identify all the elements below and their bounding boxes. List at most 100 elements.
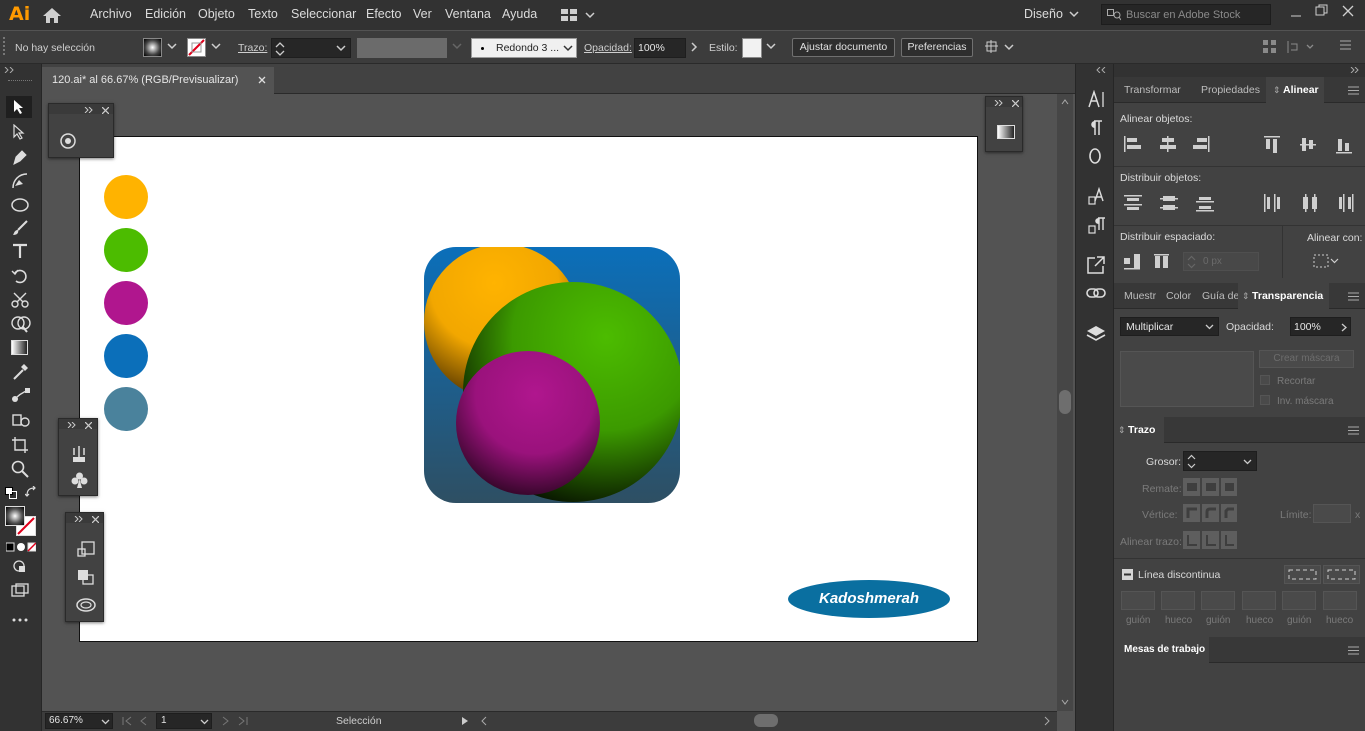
tab-artboards[interactable]: Mesas de trabajo <box>1124 644 1205 655</box>
distribute-bottom-icon[interactable] <box>1196 197 1214 212</box>
paragraph-panel-icon[interactable] <box>1089 120 1103 136</box>
brushes-icon[interactable] <box>71 445 87 463</box>
zoom-tool-icon[interactable] <box>11 460 29 478</box>
menu-efecto[interactable]: Efecto <box>366 7 401 21</box>
chevron-down-icon[interactable] <box>1069 11 1079 18</box>
distribute-left-icon[interactable] <box>1264 194 1280 212</box>
scroll-right-icon[interactable] <box>1043 716 1051 726</box>
previous-artboard-icon[interactable] <box>139 716 147 726</box>
paintbrush-tool-icon[interactable] <box>11 219 29 237</box>
opacity-label[interactable]: Opacidad: <box>584 42 632 54</box>
shape-builder-tool-icon[interactable] <box>11 315 31 333</box>
align-stroke-center-icon[interactable] <box>1183 531 1200 549</box>
close-panel-icon[interactable] <box>92 516 99 523</box>
dashed-line-checkbox[interactable] <box>1122 569 1133 580</box>
chevron-right-icon[interactable] <box>690 42 698 52</box>
opentype-panel-icon[interactable] <box>1088 147 1102 165</box>
menu-seleccionar[interactable]: Seleccionar <box>291 7 356 21</box>
vertical-scrollbar[interactable] <box>1057 94 1073 711</box>
magenta-sphere[interactable] <box>456 351 600 495</box>
round-join-icon[interactable] <box>1202 504 1219 522</box>
gap-2-input[interactable] <box>1242 591 1276 610</box>
symbol-sprayer-tool-icon[interactable] <box>11 411 31 429</box>
align-left-icon[interactable] <box>1124 136 1141 152</box>
swatch-green[interactable] <box>104 228 148 272</box>
gradient-tool-icon[interactable] <box>11 340 28 355</box>
distribute-hspace-icon[interactable] <box>1154 254 1169 268</box>
close-icon[interactable] <box>1342 5 1354 17</box>
dash-1-input[interactable] <box>1121 591 1155 610</box>
symbols-club-icon[interactable] <box>71 471 88 489</box>
swap-colors-icon[interactable] <box>25 486 37 498</box>
collapse-panel-icon[interactable] <box>994 100 1004 106</box>
align-vcenter-icon[interactable] <box>1300 138 1316 151</box>
tab-align[interactable]: ⇕ Alinear <box>1273 84 1319 96</box>
scroll-up-icon[interactable] <box>1061 99 1069 105</box>
align-dashes-icon[interactable] <box>1323 565 1360 584</box>
restore-icon[interactable] <box>1315 4 1328 17</box>
stroke-weight-stepper[interactable] <box>271 38 351 58</box>
zoom-dropdown[interactable]: 66.67% <box>45 713 113 729</box>
last-artboard-icon[interactable] <box>238 716 248 726</box>
ellipse-tool-icon[interactable] <box>11 198 29 212</box>
recolor-icon[interactable] <box>59 132 77 150</box>
next-artboard-icon[interactable] <box>222 716 230 726</box>
collapse-panel-icon[interactable] <box>67 422 77 428</box>
character-panel-icon[interactable] <box>1088 90 1106 108</box>
panel-menu-icon[interactable] <box>1348 292 1359 301</box>
collapse-panel-icon[interactable] <box>74 516 84 522</box>
menu-ventana[interactable]: Ventana <box>445 7 491 21</box>
blend-mode-dropdown[interactable]: Multiplicar <box>1120 317 1219 336</box>
bevel-join-icon[interactable] <box>1221 504 1237 522</box>
gap-1-input[interactable] <box>1161 591 1195 610</box>
home-icon[interactable] <box>42 7 62 24</box>
align-to-selection-icon[interactable] <box>1313 254 1341 268</box>
align-top-icon[interactable] <box>1264 136 1280 153</box>
horizontal-scroll-thumb[interactable] <box>754 714 778 727</box>
variable-width-profile[interactable] <box>357 38 447 58</box>
swatch-blue[interactable] <box>104 334 148 378</box>
preferences-button[interactable]: Preferencias <box>901 38 973 57</box>
char-styles-icon[interactable] <box>1088 187 1106 205</box>
stroke-label[interactable]: Trazo: <box>238 42 267 54</box>
creative-cloud-libraries-icon[interactable] <box>75 596 97 612</box>
collapse-panel-icon[interactable] <box>4 67 16 73</box>
menu-texto[interactable]: Texto <box>248 7 278 21</box>
chevron-down-icon[interactable] <box>211 43 221 50</box>
weight-stepper[interactable] <box>1183 451 1257 471</box>
chevron-down-icon[interactable] <box>766 43 776 50</box>
align-bottom-icon[interactable] <box>1336 139 1352 154</box>
distribute-vcenter-icon[interactable] <box>1160 196 1178 210</box>
align-right-icon[interactable] <box>1193 136 1210 152</box>
distribute-vspace-icon[interactable] <box>1124 254 1140 270</box>
tab-properties[interactable]: Propiedades <box>1201 84 1260 96</box>
align-stroke-inside-icon[interactable] <box>1202 531 1219 549</box>
drawing-modes-icon[interactable] <box>12 559 28 573</box>
blend-tool-icon[interactable] <box>11 387 31 405</box>
close-tab-icon[interactable] <box>258 76 266 84</box>
chevron-down-icon[interactable] <box>452 43 462 50</box>
more-tools-icon[interactable] <box>12 618 28 622</box>
transparency-opacity-input[interactable]: 100% <box>1290 317 1351 336</box>
export-icon[interactable] <box>1087 256 1105 274</box>
align-stroke-outside-icon[interactable] <box>1221 531 1237 549</box>
limit-input[interactable] <box>1313 504 1351 523</box>
scroll-left-icon[interactable] <box>480 716 488 726</box>
swatch-magenta[interactable] <box>104 281 148 325</box>
clip-checkbox[interactable] <box>1260 375 1270 385</box>
scroll-down-icon[interactable] <box>1061 699 1069 705</box>
swatch-yellow[interactable] <box>104 175 148 219</box>
distribute-hcenter-icon[interactable] <box>1303 194 1317 212</box>
menu-archivo[interactable]: Archivo <box>90 7 132 21</box>
align-objects-icon[interactable] <box>1263 40 1277 54</box>
artboard-tool-icon[interactable] <box>11 436 29 454</box>
make-mask-button[interactable]: Crear máscara <box>1259 350 1354 368</box>
close-panel-icon[interactable] <box>85 422 92 429</box>
panel-menu-icon[interactable] <box>1348 86 1359 95</box>
artboard[interactable]: Kadoshmerah <box>79 136 978 642</box>
transform-panel-icon[interactable] <box>77 541 95 557</box>
collapse-dock-icon[interactable] <box>1350 67 1360 73</box>
tab-transform[interactable]: Transformar <box>1124 84 1181 96</box>
tab-color-guide[interactable]: Guía de <box>1202 290 1239 302</box>
menu-ver[interactable]: Ver <box>413 7 432 21</box>
